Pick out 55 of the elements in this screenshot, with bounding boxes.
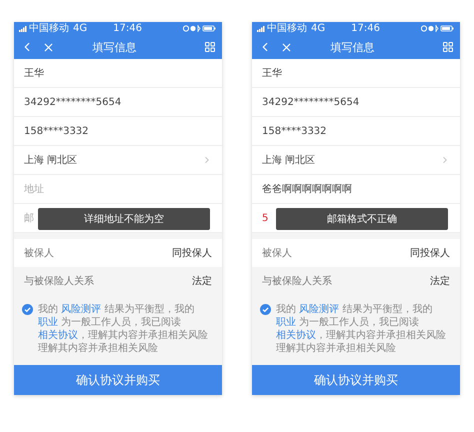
form-field[interactable]: 158****3332 (252, 117, 460, 146)
confirm-button[interactable]: 确认协议并购买 (14, 365, 222, 395)
grid-icon[interactable] (204, 41, 216, 53)
field-text: 上海 闸北区 (24, 154, 78, 167)
row-label: 与被保险人关系 (262, 274, 332, 288)
page-title: 填写信息 (330, 40, 376, 54)
signal-icon (257, 26, 265, 32)
row-label: 被保人 (262, 246, 292, 260)
row-value: 同投保人 (410, 246, 450, 260)
close-icon[interactable] (42, 40, 55, 54)
field-text: 地址 (24, 182, 44, 196)
network-text: 4G (311, 22, 326, 35)
row-value: 法定 (430, 274, 450, 288)
carrier-text: 中国移动 (29, 22, 69, 35)
field-text: 邮 (24, 212, 34, 225)
form-field[interactable]: 上海 闸北区 (14, 146, 222, 175)
checkbox-icon[interactable] (260, 304, 271, 315)
row-label: 与被保险人关系 (24, 274, 94, 288)
error-toast: 详细地址不能为空 (38, 208, 210, 230)
field-text: 王华 (24, 67, 44, 80)
signal-icon (19, 26, 27, 32)
error-toast: 邮箱格式不正确 (276, 208, 448, 230)
form-field[interactable]: 王华 (252, 59, 460, 88)
form-field[interactable]: 爸爸啊啊啊啊啊啊啊 (252, 175, 460, 204)
form-field[interactable]: 王华 (14, 59, 222, 88)
field-text: 158****3332 (24, 126, 89, 136)
carrier-text: 中国移动 (267, 22, 307, 35)
row-label: 被保人 (24, 246, 54, 260)
form-field[interactable]: 34292********5654 (252, 88, 460, 117)
form-field[interactable]: 34292********5654 (14, 88, 222, 117)
form-field[interactable]: 邮 详细地址不能为空 (14, 204, 222, 233)
confirm-button[interactable]: 确认协议并购买 (252, 365, 460, 395)
field-text: 王华 (262, 67, 282, 80)
agreement-text: 我的 风险测评 结果为平衡型，我的 职业 为一般工作人员，我已阅读 相关协议，理解其内容并承担相关风险理解其内容并承担相关风险 (276, 303, 447, 355)
agreement-text: 我的 风险测评 结果为平衡型，我的 职业 为一般工作人员，我已阅读 相关协议，理解其内容并承担相关风险理解其内容并承担相关风险 (38, 303, 209, 355)
page-title: 填写信息 (92, 40, 138, 54)
clock-text: 17:46 (351, 22, 380, 35)
field-text: 34292********5654 (262, 96, 360, 108)
status-icons (183, 25, 217, 32)
row-value: 法定 (192, 274, 212, 288)
clock-text: 17:46 (113, 22, 142, 35)
form-field[interactable]: 5 邮箱格式不正确 (252, 204, 460, 233)
field-text: 上海 闸北区 (262, 154, 316, 167)
grid-icon[interactable] (442, 41, 454, 53)
checkbox-icon[interactable] (22, 304, 33, 315)
status-icons (421, 25, 455, 32)
field-text: 5 (262, 212, 268, 224)
form-field[interactable]: 158****3332 (14, 117, 222, 146)
field-text: 爸爸啊啊啊啊啊啊啊 (262, 183, 352, 196)
row-value: 同投保人 (172, 246, 212, 260)
field-text: 158****3332 (262, 126, 327, 136)
field-text: 34292********5654 (24, 96, 122, 108)
network-text: 4G (73, 22, 88, 35)
form-field[interactable]: 上海 闸北区 (252, 146, 460, 175)
close-icon[interactable] (280, 40, 293, 54)
